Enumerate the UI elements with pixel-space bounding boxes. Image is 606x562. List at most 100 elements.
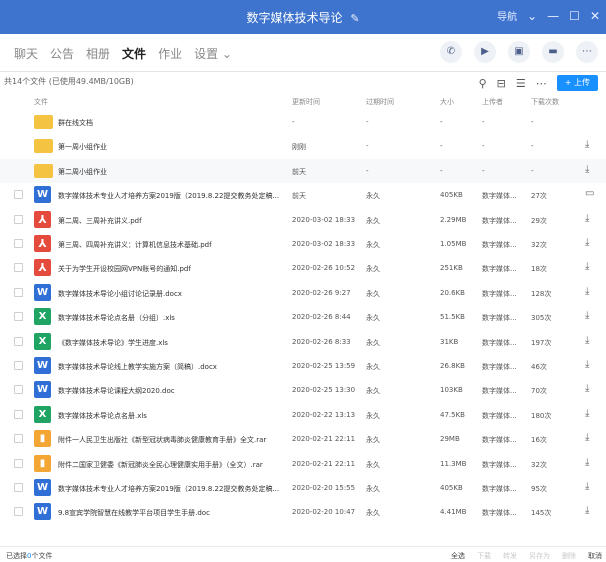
- row-checkbox[interactable]: [14, 263, 23, 273]
- file-row[interactable]: X 数字媒体技术导论点名册（分组）.xls 2020-02-26 8:44 永久 51.…: [0, 305, 606, 329]
- more-icon[interactable]: ⋯: [536, 77, 547, 90]
- file-row[interactable]: 第二周小组作业 前天 - - - - ⤓: [0, 158, 606, 183]
- file-name: 第一周小组作业: [58, 143, 107, 152]
- download-icon[interactable]: ⤓: [585, 432, 589, 443]
- selection-suffix: 个文件: [31, 552, 53, 560]
- tab-item[interactable]: 设置 ⌄: [194, 45, 232, 62]
- file-downloads: 305次: [531, 314, 552, 323]
- file-uploader: 数字媒体...: [482, 509, 517, 518]
- row-checkbox[interactable]: [14, 385, 23, 395]
- file-size: 251KB: [440, 264, 463, 273]
- file-expire: 永久: [366, 509, 380, 518]
- file-downloads: 32次: [531, 241, 547, 249]
- file-row[interactable]: 群在线文档 - - - - -: [0, 110, 606, 134]
- list-view-icon[interactable]: ☰: [516, 77, 526, 90]
- row-checkbox[interactable]: [14, 361, 23, 370]
- file-downloads: 145次: [531, 509, 552, 518]
- tab-item[interactable]: 公告: [50, 45, 74, 62]
- file-row[interactable]: X 《数字媒体技术导论》学生进度.xls 2020-02-26 8:33 永久 31KB…: [0, 330, 606, 354]
- download-icon[interactable]: ⤓: [585, 408, 589, 419]
- footer-button[interactable]: 取消: [588, 551, 602, 561]
- file-row[interactable]: W 数字媒体技术导论课程大纲2020.doc 2020-02-25 13:30 永久 1…: [0, 378, 606, 402]
- row-checkbox[interactable]: [14, 239, 23, 248]
- column-header-expire[interactable]: 过期时间: [366, 97, 394, 107]
- file-size: 103KB: [440, 386, 463, 395]
- download-icon[interactable]: ⤓: [585, 164, 589, 175]
- column-header-name[interactable]: 文件: [34, 97, 48, 107]
- file-downloads: 18次: [531, 265, 547, 274]
- column-header-uploader[interactable]: 上传者: [482, 97, 503, 107]
- row-checkbox[interactable]: [14, 409, 23, 419]
- footer-button[interactable]: 转发: [503, 551, 517, 561]
- file-downloads: 197次: [531, 338, 552, 347]
- column-header-time[interactable]: 更新时间: [292, 97, 320, 107]
- dropdown-icon[interactable]: ⌄: [527, 9, 537, 23]
- file-name: 《数字媒体技术导论》学生进度.xls: [58, 338, 168, 347]
- file-expire: 永久: [366, 192, 380, 201]
- file-updated-time: 2020-02-20 15:55: [292, 484, 356, 492]
- row-checkbox[interactable]: [14, 287, 23, 297]
- file-row[interactable]: W 数字媒体技术专业人才培养方案2019版（2019.8.22提交教务处定稿...…: [0, 183, 606, 207]
- video-icon[interactable]: ▶: [474, 41, 496, 63]
- download-icon[interactable]: ⤓: [585, 286, 589, 297]
- file-updated-time: 2020-02-26 8:44: [292, 313, 351, 322]
- file-size: 26.8KB: [440, 362, 465, 370]
- row-checkbox[interactable]: [14, 214, 23, 224]
- tab-item[interactable]: 作业: [158, 45, 182, 62]
- file-row[interactable]: W 数字媒体技术导论小组讨论记录册.docx 2020-02-26 9:27 永久 20…: [0, 281, 606, 305]
- chat-icon[interactable]: ▬: [542, 41, 564, 63]
- screen-share-icon[interactable]: ▣: [508, 41, 530, 63]
- file-row[interactable]: ⅄ 第二周、三周补充讲义.pdf 2020-03-02 18:33 永久 2.29MB 数…: [0, 208, 606, 232]
- window-right-label[interactable]: 导航: [497, 8, 517, 23]
- download-icon[interactable]: ⤓: [585, 359, 589, 370]
- file-expire: 永久: [366, 363, 380, 371]
- download-icon[interactable]: ⤓: [585, 261, 589, 272]
- column-header-downloads[interactable]: 下载次数: [531, 97, 559, 107]
- maximize-button[interactable]: ☐: [569, 9, 580, 23]
- row-checkbox[interactable]: [14, 312, 23, 322]
- file-row[interactable]: ▮ 附件二国家卫健委《新冠肺炎全民心理健康实用手册》（全文）.rar 2020-02…: [0, 452, 606, 476]
- download-icon[interactable]: ⤓: [585, 457, 589, 468]
- open-folder-icon[interactable]: ▭: [585, 188, 594, 199]
- tab-item[interactable]: 相册: [86, 45, 110, 62]
- file-row[interactable]: ⅄ 关于为学生开设校园网VPN账号的通知.pdf 2020-02-26 10:52 永…: [0, 256, 606, 280]
- more-icon[interactable]: ⋯: [576, 41, 598, 63]
- download-icon[interactable]: ⤓: [585, 481, 589, 492]
- file-row[interactable]: 第一周小组作业 刚刚 - - - - ⤓: [0, 134, 606, 158]
- row-checkbox[interactable]: [14, 336, 23, 346]
- edit-icon[interactable]: ✎: [350, 12, 359, 25]
- download-icon[interactable]: ⤓: [585, 335, 589, 346]
- file-uploader: -: [482, 142, 485, 151]
- minimize-button[interactable]: —: [547, 9, 559, 23]
- file-row[interactable]: W 9.8宣宾学院智慧在线教学平台项目学生手册.doc 2020-02-20 10:…: [0, 500, 606, 524]
- download-icon[interactable]: ⤓: [585, 237, 589, 248]
- upload-button[interactable]: + 上传: [556, 75, 598, 91]
- download-icon[interactable]: ⤓: [585, 383, 589, 394]
- row-checkbox[interactable]: [14, 483, 23, 492]
- download-icon[interactable]: ⤓: [585, 310, 589, 321]
- row-checkbox[interactable]: [14, 434, 23, 444]
- new-folder-icon[interactable]: ⊟: [497, 77, 506, 90]
- download-icon[interactable]: ⤓: [585, 213, 589, 224]
- search-icon[interactable]: ⚲: [479, 77, 487, 90]
- file-row[interactable]: X 数字媒体技术导论点名册.xls 2020-02-22 13:13 永久 47.5KB…: [0, 403, 606, 427]
- footer-button[interactable]: 下载: [477, 551, 491, 561]
- phone-icon[interactable]: ✆: [440, 41, 462, 63]
- row-checkbox[interactable]: [14, 507, 23, 517]
- row-checkbox[interactable]: [14, 190, 23, 200]
- row-checkbox[interactable]: [14, 458, 23, 468]
- footer-button[interactable]: 删除: [562, 551, 576, 561]
- download-icon[interactable]: ⤓: [585, 139, 589, 150]
- file-row[interactable]: ▮ 附件一人民卫生出版社《新型冠状病毒肺炎健康教育手册》全文.rar 2020-02…: [0, 427, 606, 451]
- file-row[interactable]: W 数字媒体技术专业人才培养方案2019版（2019.8.22提交教务处定稿...…: [0, 476, 606, 500]
- file-row[interactable]: ⅄ 第三周、四周补充讲义：计算机信息技术基础.pdf 2020-03-02 18:3…: [0, 232, 606, 256]
- file-row[interactable]: W 数字媒体技术导论线上教学实施方案（简稿）.docx 2020-02-25 13:…: [0, 354, 606, 378]
- tab-item[interactable]: 聊天: [14, 45, 38, 62]
- column-header-size[interactable]: 大小: [440, 97, 454, 107]
- file-name: 关于为学生开设校园网VPN账号的通知.pdf: [58, 265, 191, 274]
- close-button[interactable]: ✕: [590, 9, 600, 23]
- footer-button[interactable]: 全选: [451, 551, 465, 561]
- tab-item[interactable]: 文件: [122, 45, 146, 62]
- download-icon[interactable]: ⤓: [585, 505, 589, 516]
- footer-button[interactable]: 另存为: [529, 551, 550, 561]
